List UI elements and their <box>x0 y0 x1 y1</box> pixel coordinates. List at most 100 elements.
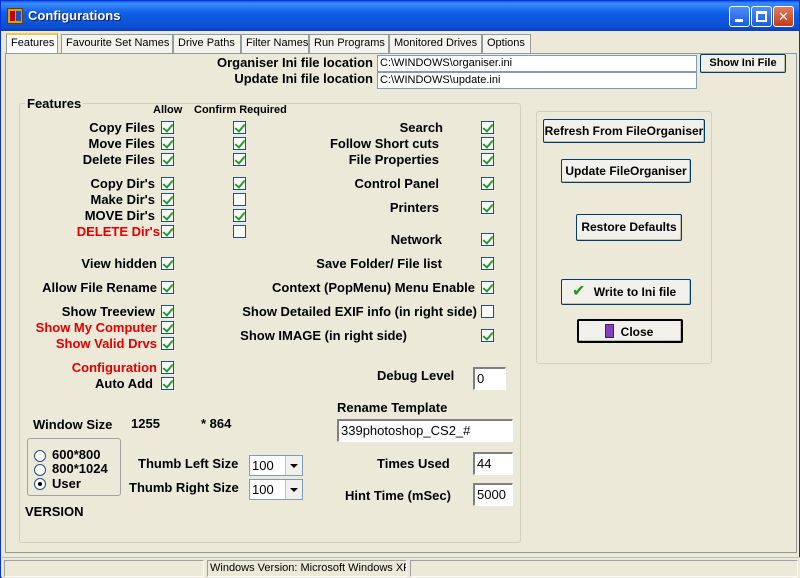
feature-label: Show IMAGE (in right side) <box>240 328 407 343</box>
close-button[interactable]: Close <box>577 319 683 343</box>
thumb-left-size-combo[interactable]: 100 <box>249 455 303 476</box>
size-user-radio[interactable] <box>34 478 46 490</box>
show-ini-file-button[interactable]: Show Ini File <box>700 54 786 73</box>
tab-features[interactable]: Features <box>6 33 58 53</box>
size-option-label: User <box>52 476 81 491</box>
show-my-computer-checkbox[interactable] <box>161 321 174 334</box>
thumb-left-size-label: Thumb Left Size <box>138 456 239 471</box>
feature-label: MOVE Dir's <box>84 208 155 223</box>
feature-label: Copy Dir's <box>90 176 156 191</box>
organiser-ini-label: Organiser Ini file location <box>216 55 373 70</box>
feature-label: Configuration <box>71 360 157 375</box>
thumb-right-size-combo[interactable]: 100 <box>249 479 303 500</box>
confirm-column-header: Confirm Required <box>194 104 287 116</box>
printers-checkbox[interactable] <box>481 201 494 214</box>
windows-version-status: Windows Version: Microsoft Windows XP <box>207 560 407 577</box>
thumb-left-size-value: 100 <box>252 458 274 473</box>
app-icon <box>7 8 23 24</box>
show-exif-info-checkbox[interactable] <box>481 305 494 318</box>
feature-label: DELETE Dir's <box>76 224 160 239</box>
window-size-label: Window Size <box>33 417 113 432</box>
network-checkbox[interactable] <box>481 233 494 246</box>
write-to-ini-file-button[interactable]: ✔ Write to Ini file <box>561 279 691 305</box>
thumb-right-size-value: 100 <box>252 482 274 497</box>
file-properties-checkbox[interactable] <box>481 153 494 166</box>
show-treeview-checkbox[interactable] <box>161 305 174 318</box>
delete-files-allow-checkbox[interactable] <box>161 153 174 166</box>
follow-shortcuts-checkbox[interactable] <box>481 137 494 150</box>
organiser-ini-field[interactable]: C:\WINDOWS\organiser.ini <box>377 55 697 72</box>
hint-time-label: Hint Time (mSec) <box>345 488 451 503</box>
delete-dirs-allow-checkbox[interactable] <box>161 225 174 238</box>
size-600x800-radio[interactable] <box>34 450 46 462</box>
times-used-label: Times Used <box>377 456 450 471</box>
context-menu-enable-checkbox[interactable] <box>481 281 494 294</box>
tab-drive-paths[interactable]: Drive Paths <box>173 34 241 53</box>
configurations-window: Configurations ✕ Features Favourite Set … <box>0 0 800 578</box>
status-panel-3 <box>410 560 798 577</box>
status-panel-1 <box>4 560 204 577</box>
tab-filter-names[interactable]: Filter Names <box>241 34 309 53</box>
feature-label: Delete Files <box>82 152 155 167</box>
allow-column-header: Allow <box>153 104 183 116</box>
door-icon <box>605 324 614 338</box>
size-800x1024-radio[interactable] <box>34 464 46 476</box>
feature-label: View hidden <box>81 256 157 271</box>
debug-level-field[interactable]: 0 <box>473 367 506 390</box>
title-bar[interactable]: Configurations ✕ <box>1 1 799 31</box>
move-dirs-allow-checkbox[interactable] <box>161 209 174 222</box>
window-title: Configurations <box>28 8 121 23</box>
tab-favourite-set-names[interactable]: Favourite Set Names <box>61 34 173 53</box>
show-valid-drvs-checkbox[interactable] <box>161 337 174 350</box>
copy-dirs-allow-checkbox[interactable] <box>161 177 174 190</box>
minimize-button[interactable] <box>729 6 750 27</box>
close-window-button[interactable]: ✕ <box>773 6 794 27</box>
update-fileorganiser-button[interactable]: Update FileOrganiser <box>561 159 691 183</box>
checkmark-icon: ✔ <box>572 283 586 300</box>
close-button-label: Close <box>620 325 654 339</box>
feature-label: Auto Add <box>95 376 153 391</box>
feature-label: Show My Computer <box>35 320 157 335</box>
feature-label: Show Valid Drvs <box>55 336 157 351</box>
configuration-checkbox[interactable] <box>161 361 174 374</box>
update-ini-field[interactable]: C:\WINDOWS\update.ini <box>377 72 697 89</box>
view-hidden-checkbox[interactable] <box>161 257 174 270</box>
feature-label: Printers <box>389 200 439 215</box>
feature-label: Show Treeview <box>61 304 155 319</box>
feature-label: Move Files <box>88 136 155 151</box>
write-to-ini-file-label: Write to Ini file <box>593 285 677 299</box>
control-panel-checkbox[interactable] <box>481 177 494 190</box>
maximize-button[interactable] <box>751 6 772 27</box>
feature-label: Show Detailed EXIF info (in right side) <box>242 304 477 319</box>
thumb-right-size-label: Thumb Right Size <box>129 480 239 495</box>
feature-label: Control Panel <box>354 176 439 191</box>
move-files-allow-checkbox[interactable] <box>161 137 174 150</box>
save-folder-file-list-checkbox[interactable] <box>481 257 494 270</box>
size-option-label: 600*800 <box>52 447 101 462</box>
tab-options[interactable]: Options <box>482 34 531 53</box>
tab-run-programs[interactable]: Run Programs <box>309 34 389 53</box>
chevron-down-icon[interactable] <box>285 456 302 475</box>
rename-template-field[interactable]: 339photoshop_CS2_# <box>337 419 513 442</box>
auto-add-checkbox[interactable] <box>161 377 174 390</box>
tab-monitored-drives[interactable]: Monitored Drives <box>389 34 482 53</box>
make-dirs-allow-checkbox[interactable] <box>161 193 174 206</box>
debug-level-label: Debug Level <box>377 368 455 383</box>
feature-label: Search <box>399 120 443 135</box>
allow-file-rename-checkbox[interactable] <box>161 281 174 294</box>
times-used-field[interactable]: 44 <box>473 452 513 475</box>
window-height-value: * 864 <box>201 416 232 431</box>
status-bar: Windows Version: Microsoft Windows XP <box>2 557 800 578</box>
refresh-from-fileorganiser-button[interactable]: Refresh From FileOrganiser <box>543 119 705 143</box>
feature-label: File Properties <box>348 152 439 167</box>
feature-label: Network <box>390 232 442 247</box>
chevron-down-icon[interactable] <box>285 480 302 499</box>
update-ini-label: Update Ini file location <box>234 71 373 86</box>
hint-time-field[interactable]: 5000 <box>473 483 513 506</box>
restore-defaults-button[interactable]: Restore Defaults <box>576 214 682 241</box>
show-image-checkbox[interactable] <box>481 329 494 342</box>
version-label: VERSION <box>25 504 84 519</box>
feature-label: Save Folder/ File list <box>316 256 442 271</box>
copy-files-allow-checkbox[interactable] <box>161 121 174 134</box>
search-checkbox[interactable] <box>481 121 494 134</box>
